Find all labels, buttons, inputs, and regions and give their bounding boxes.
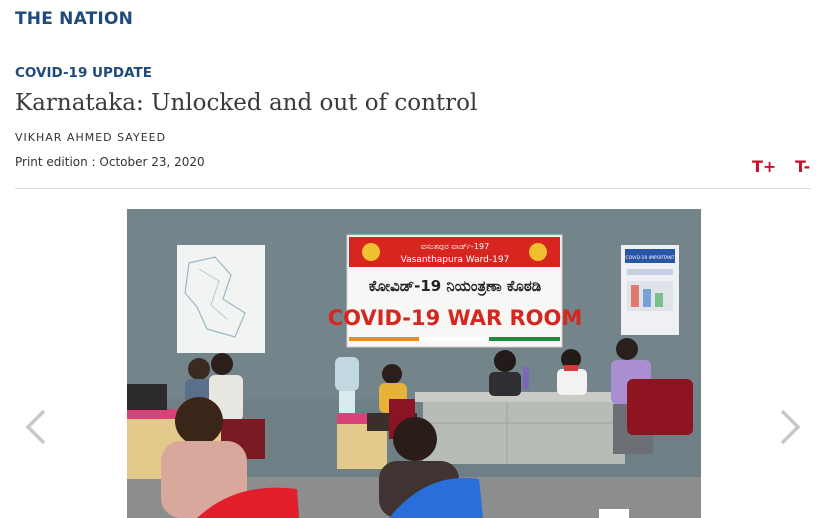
print-edition-date: Print edition : October 23, 2020	[15, 155, 205, 169]
covid-info-poster: COVID-19 IMPORTANT	[621, 245, 679, 335]
article-author[interactable]: VIKHAR AHMED SAYEED	[15, 131, 166, 144]
article-headline: Karnataka: Unlocked and out of control	[15, 90, 478, 116]
article-photo[interactable]: ವಸಂತಪುರ ವಾರ್ಡ್-197 Vasanthapura Ward-197…	[127, 209, 701, 518]
war-room-photo: ವಸಂತಪುರ ವಾರ್ಡ್-197 Vasanthapura Ward-197…	[127, 209, 701, 518]
decrease-text-size-button[interactable]: T-	[795, 157, 810, 176]
chevron-right-icon	[780, 409, 801, 445]
war-room-banner: ವಸಂತಪುರ ವಾರ್ಡ್-197 Vasanthapura Ward-197…	[328, 234, 583, 348]
chevron-left-icon	[25, 409, 46, 445]
increase-text-size-button[interactable]: T+	[752, 157, 776, 176]
next-image-button[interactable]	[770, 403, 810, 451]
banner-english-title: COVID-19 WAR ROOM	[328, 306, 583, 330]
header-divider	[15, 188, 811, 189]
banner-kannada-title: ಕೋವಿಡ್-19 ನಿಯಂತ್ರಣಾ ಕೊಠಡಿ	[369, 277, 542, 296]
poster-heading: COVID-19 IMPORTANT	[625, 255, 674, 261]
previous-image-button[interactable]	[18, 403, 58, 451]
banner-kannada-subtitle: ವಸಂತಪುರ ವಾರ್ಡ್-197	[421, 242, 489, 251]
section-title[interactable]: THE NATION	[15, 9, 133, 29]
article-kicker[interactable]: COVID-19 UPDATE	[15, 65, 152, 81]
banner-english-subtitle: Vasanthapura Ward-197	[401, 255, 510, 265]
